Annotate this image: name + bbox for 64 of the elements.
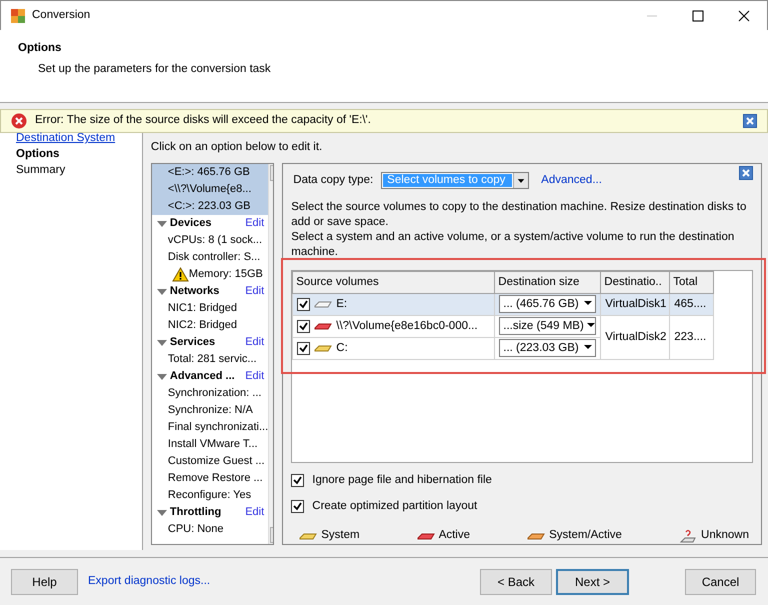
option-item[interactable]: Customize Guest ... — [152, 453, 268, 470]
option-item[interactable]: <C:>: 223.03 GB — [152, 198, 268, 216]
option-item[interactable]: NIC2: Bridged — [152, 317, 268, 334]
option-item[interactable]: <\\?\Volume{e8... — [152, 181, 268, 198]
option-item[interactable]: vCPUs: 8 (1 sock... — [152, 232, 268, 250]
field-label: Data copy type: — [293, 173, 374, 188]
legend-label: System/Active — [549, 528, 622, 543]
section-title: Throttling — [170, 505, 222, 520]
checkbox-label: Ignore page file and hibernation file — [312, 472, 492, 488]
legend-label: Unknown — [701, 528, 749, 543]
page-subtitle: Set up the parameters for the conversion task — [37, 62, 272, 78]
option-item[interactable]: Reconfigure: Yes — [152, 487, 268, 504]
option-item[interactable]: CPU: None — [152, 521, 268, 538]
column-header[interactable]: Destination size — [494, 271, 601, 294]
table-cell: 223.... — [670, 315, 714, 360]
instruction-text: Click on an option below to edit it. — [150, 140, 324, 155]
volume-name: C: — [336, 340, 348, 356]
export-logs-link[interactable]: Export diagnostic logs... — [88, 572, 480, 590]
volume-name: E: — [336, 296, 348, 312]
option-item[interactable]: Disk controller: S... — [152, 249, 268, 266]
option-item[interactable]: Synchronization: ... — [152, 385, 268, 402]
edit-link[interactable]: Edit — [245, 215, 264, 232]
step-item: Summary — [16, 163, 66, 178]
legend-label: System — [321, 528, 360, 543]
next-button[interactable]: Next > — [556, 568, 629, 594]
checkbox-label: Create optimized partition layout — [312, 498, 478, 514]
option-item[interactable]: Remove Restore ... — [152, 470, 268, 488]
back-button[interactable]: < Back — [480, 568, 552, 594]
page-title: Options — [18, 41, 62, 56]
window-title: Conversion — [32, 8, 92, 23]
column-header[interactable]: Total — [670, 271, 714, 294]
section-title: Advanced ... — [170, 369, 236, 384]
help-button[interactable]: Help — [11, 568, 78, 594]
volume-name: \\?\Volume{e8e16bc0-000... — [336, 318, 478, 334]
option-item[interactable]: <E:>: 465.76 GB — [152, 164, 268, 182]
option-item[interactable]: Install VMware T... — [152, 436, 268, 454]
edit-link[interactable]: Edit — [245, 368, 264, 386]
option-text[interactable]: Memory: 15GB — [188, 266, 263, 284]
table-cell: VirtualDisk2 — [600, 315, 670, 360]
column-header[interactable]: Source volumes — [292, 271, 495, 294]
table-cell: 465.... — [670, 293, 714, 316]
edit-link[interactable]: Edit — [245, 334, 264, 352]
size-dropdown[interactable]: ...size (549 MB) — [499, 317, 596, 336]
advanced-link[interactable]: Advanced... — [537, 172, 731, 190]
cancel-button[interactable]: Cancel — [685, 568, 756, 594]
option-item[interactable]: Synchronize: N/A — [152, 402, 268, 420]
section-title: Services — [170, 335, 216, 350]
edit-link[interactable]: Edit — [245, 283, 264, 300]
description-text: Select a system and an active volume, or a system/active volume to run the destination machine. — [291, 230, 736, 260]
size-dropdown[interactable]: ... (223.03 GB) — [499, 339, 596, 358]
section-title: Devices — [170, 216, 212, 232]
error-message: Error: The size of the source disks will exceed the capacity of 'E:\'. — [35, 113, 372, 128]
edit-link[interactable]: Edit — [245, 504, 264, 522]
step-link[interactable]: Destination System — [16, 130, 126, 146]
size-dropdown[interactable]: ... (465.76 GB) — [499, 295, 596, 314]
column-header[interactable]: Destinatio.. — [600, 271, 670, 294]
option-item[interactable]: NIC1: Bridged — [152, 300, 268, 318]
table-cell: VirtualDisk1 — [600, 293, 670, 316]
section-title: Networks — [170, 284, 220, 300]
legend-label: Active — [438, 528, 470, 543]
option-item[interactable]: Final synchronizati... — [152, 419, 268, 436]
option-item[interactable]: Total: 281 servic... — [152, 351, 268, 368]
step-item: Options — [16, 147, 60, 162]
description-text: Select the source volumes to copy to the destination machine. Resize destination disks to add or save space. — [291, 200, 748, 230]
